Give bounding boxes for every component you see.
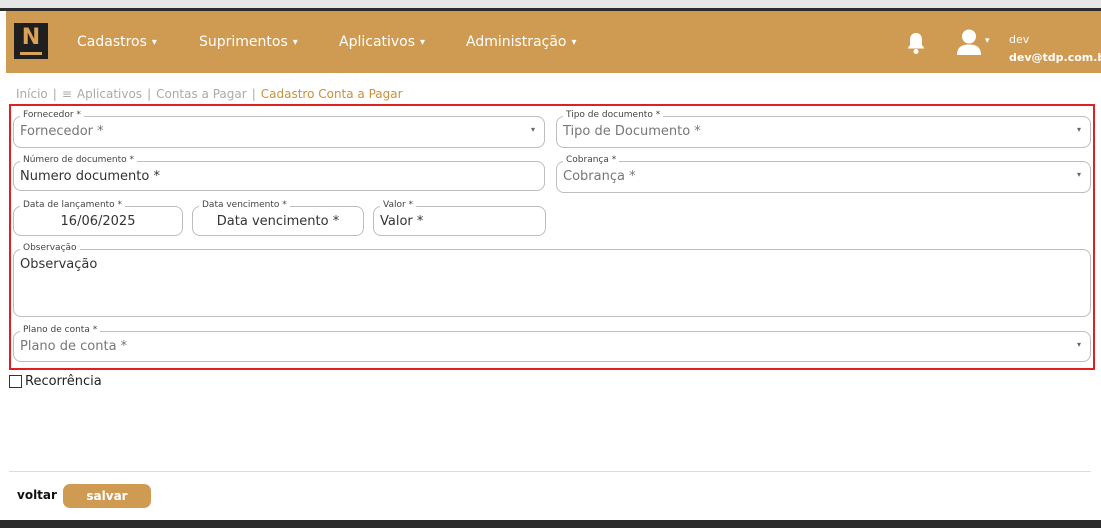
field-label: Data vencimento * — [199, 200, 290, 210]
field-label: Plano de conta * — [20, 325, 101, 335]
chevron-down-icon: ▾ — [151, 36, 157, 48]
field-label: Fornecedor * — [20, 110, 84, 120]
numero-documento-input[interactable]: Número de documento * Numero documento * — [13, 155, 545, 191]
bell-icon[interactable] — [905, 31, 927, 55]
valor-input[interactable]: Valor * Valor * — [373, 200, 546, 236]
field-placeholder: Cobrança * — [563, 169, 636, 184]
chevron-down-icon[interactable]: ▾ — [531, 125, 535, 134]
menu-suprimentos[interactable]: Suprimentos ▾ — [199, 11, 298, 73]
field-placeholder: Observação — [20, 257, 98, 272]
field-label: Tipo de documento * — [563, 110, 664, 120]
field-placeholder: Tipo de Documento * — [563, 124, 701, 139]
field-label: Cobrança * — [563, 155, 620, 165]
bill-form: Fornecedor * Fornecedor * ▾ Tipo de docu… — [9, 104, 1095, 370]
menu-label: Suprimentos — [199, 34, 288, 50]
field-label: Número de documento * — [20, 155, 137, 165]
breadcrumb-section[interactable]: Contas a Pagar — [156, 87, 247, 101]
breadcrumb-apps[interactable]: Aplicativos — [77, 87, 142, 101]
menu-label: Aplicativos — [339, 34, 416, 50]
tipo-documento-select[interactable]: Tipo de documento * Tipo de Documento * … — [556, 110, 1091, 148]
checkbox-icon[interactable] — [9, 375, 22, 388]
back-button[interactable]: voltar — [17, 488, 57, 502]
cobranca-select[interactable]: Cobrança * Cobrança * ▾ — [556, 155, 1091, 193]
breadcrumb-separator: | — [147, 87, 152, 101]
footer-divider — [9, 471, 1091, 472]
window-top-strip — [0, 0, 1101, 11]
menu-administracao[interactable]: Administração ▾ — [466, 11, 577, 73]
data-lancamento-input[interactable]: Data de lançamento * 16/06/2025 — [13, 200, 183, 236]
field-value: 16/06/2025 — [60, 214, 136, 229]
chevron-down-icon: ▾ — [292, 36, 298, 48]
recorrencia-checkbox[interactable]: Recorrência — [9, 374, 102, 389]
checkbox-label: Recorrência — [25, 374, 102, 389]
top-navbar: N Cadastros ▾ Suprimentos ▾ Aplicativos … — [6, 11, 1101, 73]
field-label: Valor * — [380, 200, 417, 210]
field-label: Data de lançamento * — [20, 200, 126, 210]
save-button[interactable]: salvar — [63, 484, 151, 508]
menu-icon: ≡ — [61, 87, 72, 101]
app-logo[interactable]: N — [14, 23, 48, 59]
user-email: dev@tdp.com.br — [1009, 51, 1101, 64]
breadcrumb-current: Cadastro Conta a Pagar — [260, 87, 403, 101]
chevron-down-icon: ▾ — [420, 36, 426, 48]
chevron-down-icon[interactable]: ▾ — [1077, 340, 1081, 349]
breadcrumb-separator: | — [251, 87, 256, 101]
logo-underline — [20, 52, 42, 55]
field-label: Observação — [20, 243, 80, 253]
chevron-down-icon[interactable]: ▾ — [1077, 170, 1081, 179]
user-icon[interactable] — [956, 28, 982, 56]
breadcrumb: Início | ≡ Aplicativos | Contas a Pagar … — [16, 87, 403, 101]
menu-cadastros[interactable]: Cadastros ▾ — [77, 11, 157, 73]
field-placeholder: Plano de conta * — [20, 339, 128, 354]
plano-conta-select[interactable]: Plano de conta * Plano de conta * ▾ — [13, 325, 1091, 362]
fornecedor-select[interactable]: Fornecedor * Fornecedor * ▾ — [13, 110, 545, 148]
chevron-down-icon: ▾ — [571, 36, 577, 48]
chevron-down-icon[interactable]: ▾ — [985, 36, 990, 46]
user-name: dev — [1009, 33, 1030, 46]
chevron-down-icon[interactable]: ▾ — [1077, 125, 1081, 134]
bottom-border — [0, 520, 1101, 528]
field-placeholder: Valor * — [380, 214, 424, 229]
observacao-textarea[interactable]: Observação Observação — [13, 243, 1091, 317]
data-vencimento-input[interactable]: Data vencimento * Data vencimento * — [192, 200, 364, 236]
field-placeholder: Data vencimento * — [216, 214, 340, 229]
menu-aplicativos[interactable]: Aplicativos ▾ — [339, 11, 425, 73]
menu-label: Administração — [466, 34, 567, 50]
logo-letter: N — [21, 25, 41, 50]
breadcrumb-separator: | — [52, 87, 57, 101]
breadcrumb-home[interactable]: Início — [16, 87, 48, 101]
field-placeholder: Fornecedor * — [20, 124, 104, 139]
field-placeholder: Numero documento * — [20, 169, 160, 184]
menu-label: Cadastros — [77, 34, 147, 50]
